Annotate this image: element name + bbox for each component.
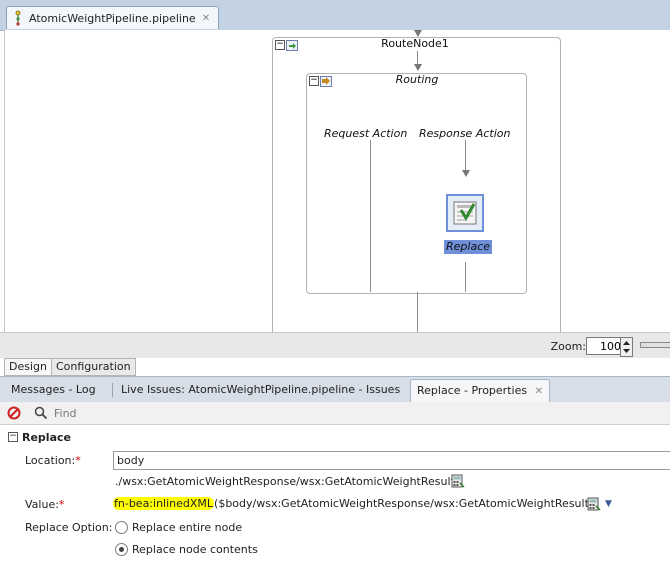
location-xpath: ./wsx:GetAtomicWeightResponse/wsx:GetAto… xyxy=(115,475,455,488)
value-label: Value:* xyxy=(25,498,65,511)
response-pipeline-line xyxy=(465,140,466,170)
replace-action-label[interactable]: Replace xyxy=(444,240,493,254)
value-expression[interactable]: fn-bea:inlinedXML($body/wsx:GetAtomicWei… xyxy=(113,496,593,512)
routing-collapse-button[interactable]: − xyxy=(309,76,319,86)
replace-section-header[interactable]: − Replace xyxy=(8,430,670,444)
highlighted-function: fn-bea:inlinedXML xyxy=(113,497,215,510)
close-tab-icon[interactable]: ✕ xyxy=(202,13,210,24)
zoom-label: Zoom: xyxy=(550,340,586,353)
route-node-icon xyxy=(286,40,298,51)
option-replace-node-contents-label: Replace node contents xyxy=(132,543,258,556)
spinner-arrows-icon xyxy=(623,341,630,353)
replace-option-label: Replace Option: xyxy=(25,521,113,534)
radio-replace-node-contents[interactable] xyxy=(115,543,128,556)
design-tab-strip: Design Configuration xyxy=(0,358,670,376)
replace-action-node[interactable] xyxy=(446,194,484,232)
find-input[interactable] xyxy=(52,404,666,423)
flow-arrow xyxy=(462,170,470,177)
tab-live-issues[interactable]: Live Issues: AtomicWeightPipeline.pipeli… xyxy=(115,381,406,399)
expression-editor-icon[interactable] xyxy=(451,474,465,488)
search-icon xyxy=(34,406,48,420)
flow-arrow xyxy=(414,64,422,71)
pipeline-canvas[interactable]: − RouteNode1 − Routing Request Action Re… xyxy=(4,30,670,332)
routing-icon xyxy=(320,76,332,87)
response-pipeline-line xyxy=(465,262,466,292)
stop-icon[interactable] xyxy=(7,406,21,420)
editor-tab-pipeline[interactable]: AtomicWeightPipeline.pipeline ✕ xyxy=(6,6,220,29)
close-tab-icon[interactable]: ✕ xyxy=(535,386,543,397)
zoom-slider[interactable] xyxy=(640,342,670,348)
tab-replace-properties-label: Replace - Properties xyxy=(417,384,528,397)
request-pipeline-line xyxy=(370,140,371,292)
request-action-label: Request Action xyxy=(324,127,408,140)
expression-editor-icon[interactable] xyxy=(587,497,601,511)
editor-tab-strip: AtomicWeightPipeline.pipeline ✕ xyxy=(0,0,670,31)
tab-replace-properties[interactable]: Replace - Properties ✕ xyxy=(410,379,550,402)
tab-configuration[interactable]: Configuration xyxy=(51,358,136,376)
flow-line xyxy=(417,51,418,65)
tab-messages-log[interactable]: Messages - Log xyxy=(5,381,102,399)
pipeline-file-icon xyxy=(15,10,21,26)
section-collapse-icon[interactable]: − xyxy=(8,432,18,442)
tab-separator xyxy=(112,383,113,397)
routing-box[interactable] xyxy=(306,73,527,294)
bottom-tab-strip: Messages - Log Live Issues: AtomicWeight… xyxy=(0,376,670,403)
zoom-bar: Zoom: xyxy=(0,332,670,359)
location-field[interactable]: body xyxy=(113,451,670,470)
radio-replace-entire-node[interactable] xyxy=(115,521,128,534)
location-label: Location:* xyxy=(25,454,81,467)
response-action-label: Response Action xyxy=(419,127,511,140)
zoom-input[interactable] xyxy=(586,337,624,355)
section-title: Replace xyxy=(22,430,71,444)
flow-arrow xyxy=(414,30,422,37)
editor-tab-label: AtomicWeightPipeline.pipeline xyxy=(29,11,196,25)
zoom-spinner[interactable] xyxy=(620,337,633,357)
value-dropdown-icon[interactable]: ▼ xyxy=(605,499,612,509)
flow-line xyxy=(417,292,418,332)
route-node-title: RouteNode1 xyxy=(381,37,449,50)
option-replace-entire-node-label: Replace entire node xyxy=(132,521,243,534)
tab-design[interactable]: Design xyxy=(4,358,52,376)
replace-action-icon xyxy=(453,201,477,225)
routing-title: Routing xyxy=(395,73,439,86)
route-node-collapse-button[interactable]: − xyxy=(275,40,285,50)
